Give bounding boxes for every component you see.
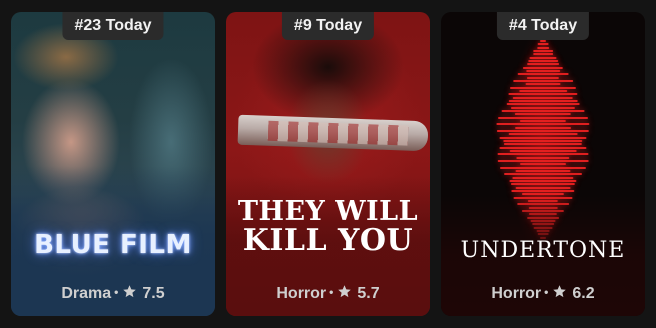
- poster-title: UNDERTONE: [460, 238, 626, 263]
- movie-meta: Horror • 5.7: [226, 284, 430, 303]
- poster-title-line-2: KILL YOU: [242, 223, 414, 258]
- rating-value: 6.2: [572, 285, 595, 302]
- poster-image: [11, 12, 215, 316]
- trending-today-row: #23 Today BLUE FILM Drama • 7.5 #9 Today T…: [0, 0, 656, 328]
- genre-label: Horror: [276, 285, 327, 302]
- poster-title: THEY WILL KILL YOU: [226, 198, 430, 256]
- poster-image: [226, 12, 430, 316]
- movie-card-undertone[interactable]: #4 Today UNDERTONE Horror • 6.2: [441, 12, 645, 316]
- separator-dot: •: [329, 285, 334, 299]
- star-icon: [123, 285, 137, 298]
- poster-title: BLUE FILM: [34, 230, 192, 260]
- separator-dot: •: [114, 285, 119, 299]
- poster-title-line-1: THEY WILL: [237, 196, 419, 227]
- rating-value: 5.7: [357, 285, 380, 302]
- rank-badge: #23 Today: [62, 12, 164, 40]
- poster-image: [441, 12, 645, 316]
- genre-label: Horror: [491, 285, 542, 302]
- rating-value: 7.5: [142, 285, 165, 302]
- movie-card-they-will-kill-you[interactable]: #9 Today THEY WILL KILL YOU Horror • 5.7: [226, 12, 430, 316]
- rank-badge: #9 Today: [281, 12, 375, 40]
- movie-card-blue-film[interactable]: #23 Today BLUE FILM Drama • 7.5: [11, 12, 215, 316]
- movie-meta: Drama • 7.5: [11, 284, 215, 303]
- separator-dot: •: [544, 285, 549, 299]
- star-icon: [338, 285, 352, 298]
- genre-label: Drama: [61, 285, 112, 302]
- rank-badge: #4 Today: [496, 12, 590, 40]
- movie-meta: Horror • 6.2: [441, 284, 645, 303]
- star-icon: [553, 285, 567, 298]
